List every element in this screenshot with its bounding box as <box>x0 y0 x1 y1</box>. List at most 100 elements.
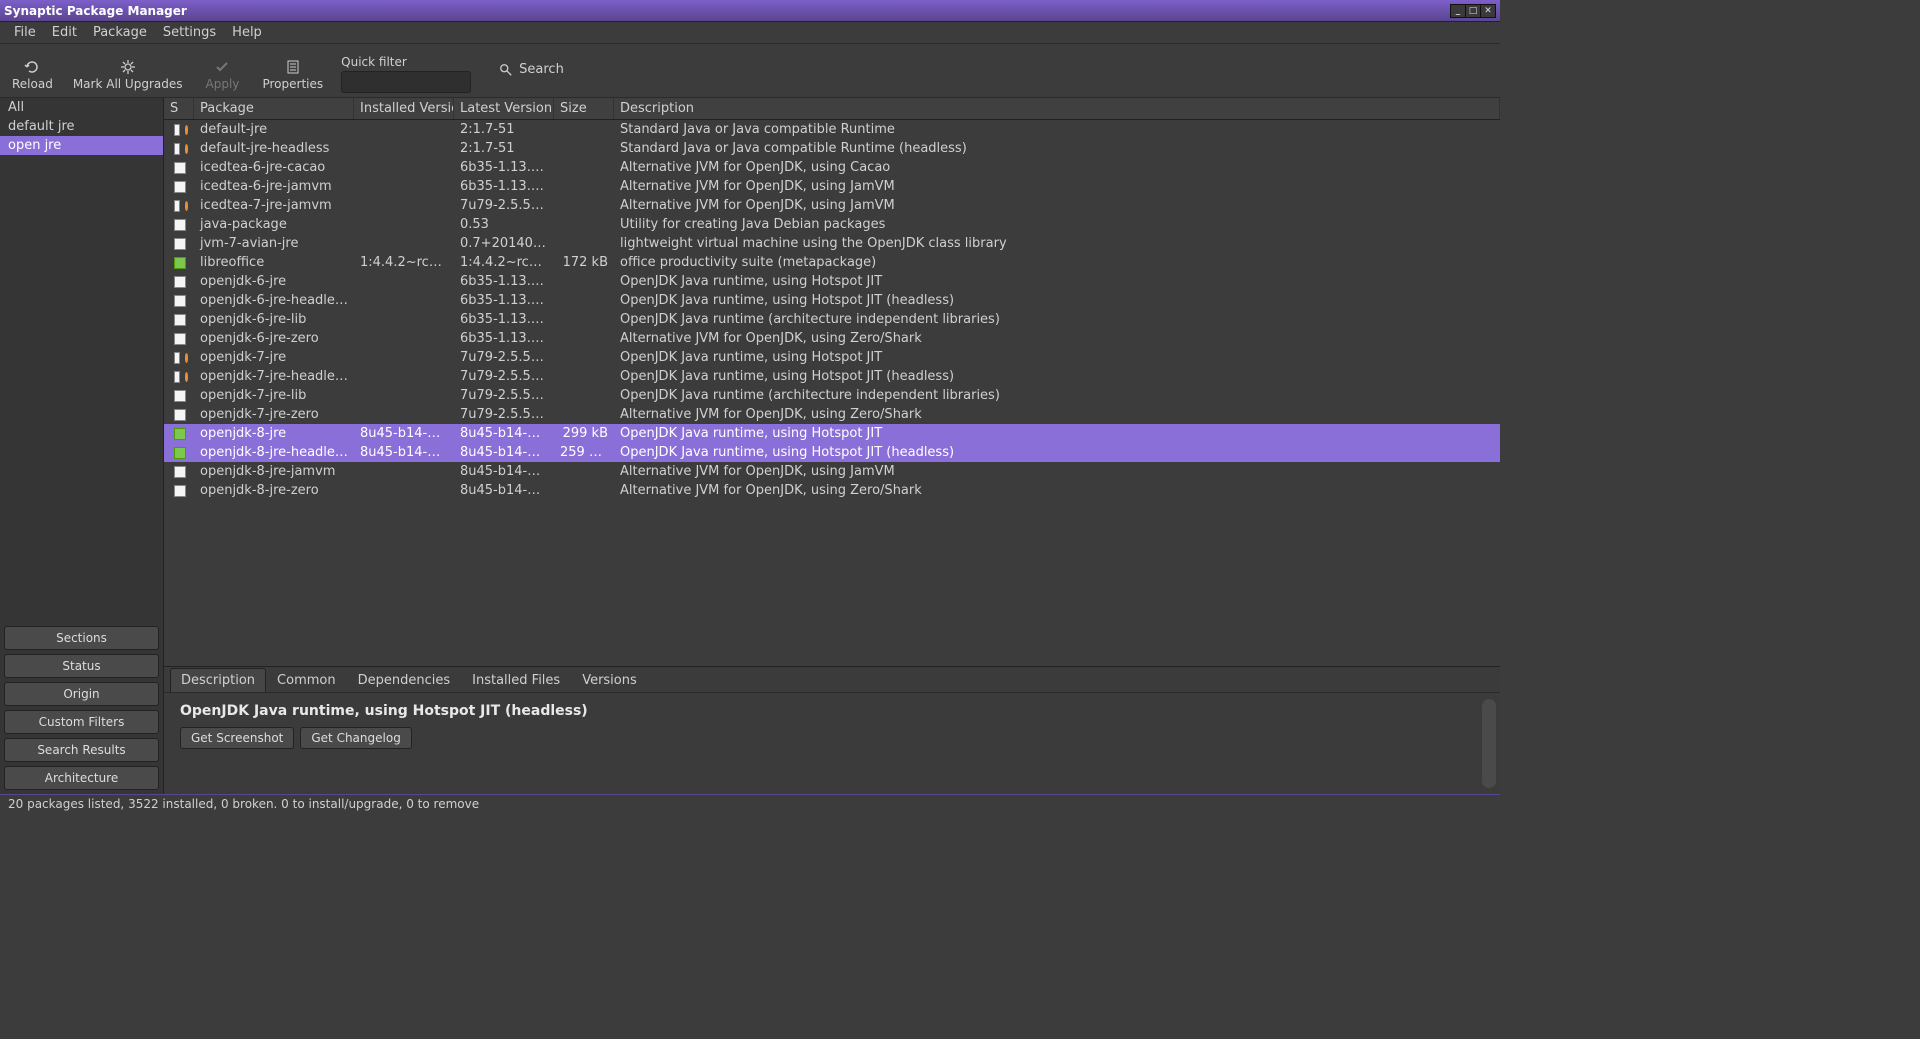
package-row[interactable]: openjdk-7-jre-zero7u79-2.5.5-0ubuAlterna… <box>164 405 1500 424</box>
close-button[interactable]: ✕ <box>1480 4 1496 18</box>
status-checkbox[interactable] <box>174 447 186 459</box>
detail-tab-description[interactable]: Description <box>170 668 266 692</box>
sidebar-category-item[interactable]: open jre <box>0 136 163 155</box>
sidebar-button-architecture[interactable]: Architecture <box>4 766 159 790</box>
package-name: openjdk-8-jre <box>194 426 354 441</box>
menu-file[interactable]: File <box>6 23 44 42</box>
sidebar-button-origin[interactable]: Origin <box>4 682 159 706</box>
column-header-status[interactable]: S <box>164 98 194 119</box>
package-row[interactable]: openjdk-7-jre-headless7u79-2.5.5-0ubuOpe… <box>164 367 1500 386</box>
properties-button[interactable]: Properties <box>256 57 329 93</box>
menu-settings[interactable]: Settings <box>155 23 224 42</box>
detail-tab-dependencies[interactable]: Dependencies <box>347 668 462 692</box>
search-button[interactable]: Search <box>491 58 572 81</box>
status-checkbox[interactable] <box>174 124 180 136</box>
detail-tabs: DescriptionCommonDependenciesInstalled F… <box>164 667 1500 693</box>
status-checkbox[interactable] <box>174 314 186 326</box>
package-row[interactable]: default-jre-headless2:1.7-51Standard Jav… <box>164 139 1500 158</box>
sidebar-button-custom-filters[interactable]: Custom Filters <box>4 710 159 734</box>
package-row[interactable]: libreoffice1:4.4.2~rc2-0ub1:4.4.2~rc2-0u… <box>164 253 1500 272</box>
status-checkbox[interactable] <box>174 466 186 478</box>
status-checkbox[interactable] <box>174 143 180 155</box>
reload-button[interactable]: Reload <box>6 57 59 93</box>
package-name: java-package <box>194 217 354 232</box>
menu-package[interactable]: Package <box>85 23 155 42</box>
package-latest-version: 0.7+20140401-1 <box>454 236 554 251</box>
column-header-description[interactable]: Description <box>614 98 1500 119</box>
status-checkbox[interactable] <box>174 390 186 402</box>
sidebar-button-search-results[interactable]: Search Results <box>4 738 159 762</box>
supported-icon <box>185 125 189 135</box>
package-row[interactable]: openjdk-6-jre-headless6b35-1.13.7-1ubOpe… <box>164 291 1500 310</box>
detail-tab-versions[interactable]: Versions <box>571 668 648 692</box>
content-area: S Package Installed Versic Latest Versio… <box>164 98 1500 794</box>
status-checkbox[interactable] <box>174 428 186 440</box>
supported-icon <box>185 201 189 211</box>
status-checkbox[interactable] <box>174 238 186 250</box>
column-header-latest-version[interactable]: Latest Version <box>454 98 554 119</box>
package-row[interactable]: icedtea-7-jre-jamvm7u79-2.5.5-0ubuAltern… <box>164 196 1500 215</box>
quick-filter-label: Quick filter <box>341 55 471 69</box>
package-installed-version: 1:4.4.2~rc2-0ub <box>354 255 454 270</box>
status-checkbox[interactable] <box>174 257 186 269</box>
status-checkbox[interactable] <box>174 295 186 307</box>
package-name: libreoffice <box>194 255 354 270</box>
column-header-installed-version[interactable]: Installed Versic <box>354 98 454 119</box>
package-name: icedtea-7-jre-jamvm <box>194 198 354 213</box>
column-header-size[interactable]: Size <box>554 98 614 119</box>
apply-button[interactable]: Apply <box>196 57 248 93</box>
search-icon <box>499 63 513 77</box>
package-row[interactable]: openjdk-6-jre-zero6b35-1.13.7-1ubAlterna… <box>164 329 1500 348</box>
package-description: Alternative JVM for OpenJDK, using JamVM <box>614 179 1500 194</box>
column-header-package[interactable]: Package <box>194 98 354 119</box>
sidebar-button-status[interactable]: Status <box>4 654 159 678</box>
package-list[interactable]: default-jre2:1.7-51Standard Java or Java… <box>164 120 1500 666</box>
package-latest-version: 7u79-2.5.5-0ubu <box>454 388 554 403</box>
quick-filter-input[interactable] <box>341 71 471 93</box>
minimize-button[interactable]: _ <box>1450 4 1466 18</box>
mark-all-upgrades-button[interactable]: Mark All Upgrades <box>67 57 189 93</box>
package-row[interactable]: openjdk-7-jre-lib7u79-2.5.5-0ubuOpenJDK … <box>164 386 1500 405</box>
status-checkbox[interactable] <box>174 276 186 288</box>
get-changelog-button[interactable]: Get Changelog <box>300 727 411 749</box>
package-latest-version: 2:1.7-51 <box>454 122 554 137</box>
status-checkbox[interactable] <box>174 333 186 345</box>
detail-body: OpenJDK Java runtime, using Hotspot JIT … <box>164 693 1500 794</box>
sidebar-category-item[interactable]: All <box>0 98 163 117</box>
sidebar-button-sections[interactable]: Sections <box>4 626 159 650</box>
menu-help[interactable]: Help <box>224 23 270 42</box>
maximize-button[interactable]: □ <box>1465 4 1481 18</box>
status-checkbox[interactable] <box>174 219 186 231</box>
package-row[interactable]: openjdk-6-jre-lib6b35-1.13.7-1ubOpenJDK … <box>164 310 1500 329</box>
detail-scrollbar[interactable] <box>1482 699 1496 788</box>
package-row[interactable]: openjdk-6-jre6b35-1.13.7-1ubOpenJDK Java… <box>164 272 1500 291</box>
package-size: 259 MB <box>554 445 614 460</box>
status-checkbox[interactable] <box>174 200 180 212</box>
package-description: OpenJDK Java runtime (architecture indep… <box>614 388 1500 403</box>
package-row[interactable]: icedtea-6-jre-jamvm6b35-1.13.7-1ubAltern… <box>164 177 1500 196</box>
package-row[interactable]: openjdk-8-jre-jamvm8u45-b14-1~14.Alterna… <box>164 462 1500 481</box>
status-checkbox[interactable] <box>174 352 180 364</box>
package-description: Standard Java or Java compatible Runtime <box>614 122 1500 137</box>
status-checkbox[interactable] <box>174 409 186 421</box>
package-row[interactable]: java-package0.53Utility for creating Jav… <box>164 215 1500 234</box>
detail-tab-common[interactable]: Common <box>266 668 347 692</box>
sidebar-category-item[interactable]: default jre <box>0 117 163 136</box>
package-row[interactable]: jvm-7-avian-jre0.7+20140401-1lightweight… <box>164 234 1500 253</box>
detail-tab-installed-files[interactable]: Installed Files <box>461 668 571 692</box>
check-icon <box>214 59 230 75</box>
package-row[interactable]: default-jre2:1.7-51Standard Java or Java… <box>164 120 1500 139</box>
package-name: openjdk-7-jre-headless <box>194 369 354 384</box>
package-row[interactable]: openjdk-7-jre7u79-2.5.5-0ubuOpenJDK Java… <box>164 348 1500 367</box>
status-checkbox[interactable] <box>174 485 186 497</box>
package-row[interactable]: icedtea-6-jre-cacao6b35-1.13.7-1ubAltern… <box>164 158 1500 177</box>
package-row[interactable]: openjdk-8-jre8u45-b14-1~14.8u45-b14-1~14… <box>164 424 1500 443</box>
status-checkbox[interactable] <box>174 181 186 193</box>
window-title: Synaptic Package Manager <box>4 4 187 18</box>
menu-edit[interactable]: Edit <box>44 23 85 42</box>
package-row[interactable]: openjdk-8-jre-headless8u45-b14-1~14.8u45… <box>164 443 1500 462</box>
status-checkbox[interactable] <box>174 162 186 174</box>
status-checkbox[interactable] <box>174 371 180 383</box>
package-row[interactable]: openjdk-8-jre-zero8u45-b14-1~14.Alternat… <box>164 481 1500 500</box>
get-screenshot-button[interactable]: Get Screenshot <box>180 727 294 749</box>
